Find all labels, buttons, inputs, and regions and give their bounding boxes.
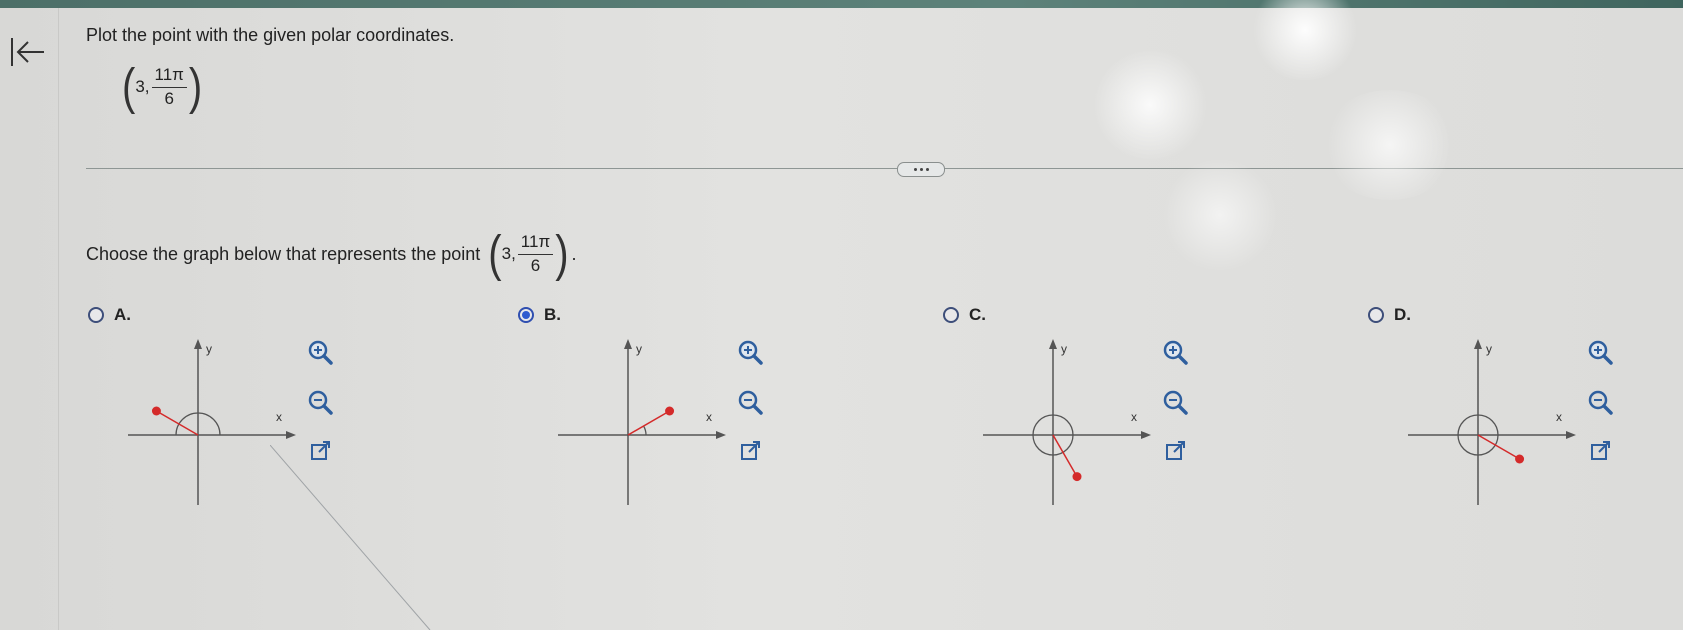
left-divider — [58, 8, 59, 630]
light-glare — [1250, 0, 1360, 80]
top-bar — [0, 0, 1683, 8]
section-divider — [86, 168, 1683, 169]
zoom-in-icon[interactable] — [1158, 335, 1192, 369]
polar-point-display: ( 3, 11π 6 ) — [122, 59, 203, 115]
y-axis-arrow — [624, 339, 632, 349]
light-glare — [1320, 90, 1460, 200]
radio-button[interactable] — [88, 307, 104, 323]
x-axis-label: x — [1131, 410, 1137, 424]
question-text: Choose the graph below that represents t… — [86, 226, 577, 282]
light-glare — [1090, 50, 1210, 160]
prompt-text: Plot the point with the given polar coor… — [86, 25, 455, 45]
radio-selected-dot — [522, 311, 530, 319]
polar-graph-d[interactable]: xy — [1408, 335, 1588, 510]
plotted-point — [1515, 454, 1525, 464]
radius-segment — [156, 410, 199, 436]
radius-segment — [627, 410, 670, 436]
radius-segment — [1477, 434, 1520, 460]
polar-graph-b[interactable]: xy — [558, 335, 738, 510]
point-theta-fraction: 11π 6 — [151, 65, 187, 108]
zoom-in-icon[interactable] — [1583, 335, 1617, 369]
x-axis-arrow — [1141, 431, 1151, 439]
y-axis-label: y — [1486, 342, 1492, 356]
zoom-out-icon[interactable] — [303, 385, 337, 419]
theta-denominator: 6 — [164, 88, 174, 108]
question-label: Choose the graph below that represents t… — [86, 243, 481, 264]
plotted-point — [665, 406, 675, 416]
zoom-out-icon[interactable] — [1583, 385, 1617, 419]
glare-streak — [270, 445, 431, 630]
radio-button[interactable] — [1368, 307, 1384, 323]
point-r: 3 — [135, 77, 145, 97]
question-theta-numerator: 11π — [517, 232, 554, 255]
question-theta-fraction: 11π 6 — [517, 232, 554, 275]
option-label: B. — [544, 305, 561, 324]
option-c[interactable]: C. — [943, 305, 986, 325]
zoom-in-icon[interactable] — [733, 335, 767, 369]
x-axis-label: x — [706, 410, 712, 424]
question-point-r: 3 — [501, 244, 512, 264]
plotted-point — [1072, 472, 1082, 482]
option-label: A. — [114, 305, 131, 324]
x-axis-label: x — [276, 410, 282, 424]
option-d[interactable]: D. — [1368, 305, 1411, 325]
y-axis-arrow — [194, 339, 202, 349]
x-axis-arrow — [286, 431, 296, 439]
polar-graph-c[interactable]: xy — [983, 335, 1163, 510]
option-label: C. — [969, 305, 986, 324]
radius-segment — [1052, 434, 1078, 477]
open-new-window-icon[interactable] — [1583, 435, 1617, 469]
y-axis-label: y — [636, 342, 642, 356]
zoom-out-icon[interactable] — [733, 385, 767, 419]
question-period: . — [571, 243, 577, 264]
y-axis-label: y — [206, 342, 212, 356]
open-new-window-icon[interactable] — [1158, 435, 1192, 469]
open-new-window-icon[interactable] — [733, 435, 767, 469]
x-axis-label: x — [1556, 410, 1562, 424]
option-b[interactable]: B. — [518, 305, 561, 325]
light-glare — [1160, 160, 1280, 270]
y-axis-arrow — [1474, 339, 1482, 349]
radio-button[interactable] — [518, 307, 534, 323]
question-theta-denominator: 6 — [530, 255, 541, 275]
zoom-out-icon[interactable] — [1158, 385, 1192, 419]
y-axis-arrow — [1049, 339, 1057, 349]
radio-button[interactable] — [943, 307, 959, 323]
y-axis-label: y — [1061, 342, 1067, 356]
plotted-point — [151, 406, 161, 416]
back-to-start-icon[interactable] — [6, 34, 46, 70]
x-axis-arrow — [1566, 431, 1576, 439]
x-axis-arrow — [716, 431, 726, 439]
expand-more-button[interactable] — [897, 162, 945, 177]
question-point: ( 3, 11π 6 ) — [488, 226, 569, 282]
angle-arc — [643, 425, 647, 436]
zoom-in-icon[interactable] — [303, 335, 337, 369]
theta-numerator: 11π — [151, 65, 187, 88]
option-a[interactable]: A. — [88, 305, 131, 325]
option-label: D. — [1394, 305, 1411, 324]
